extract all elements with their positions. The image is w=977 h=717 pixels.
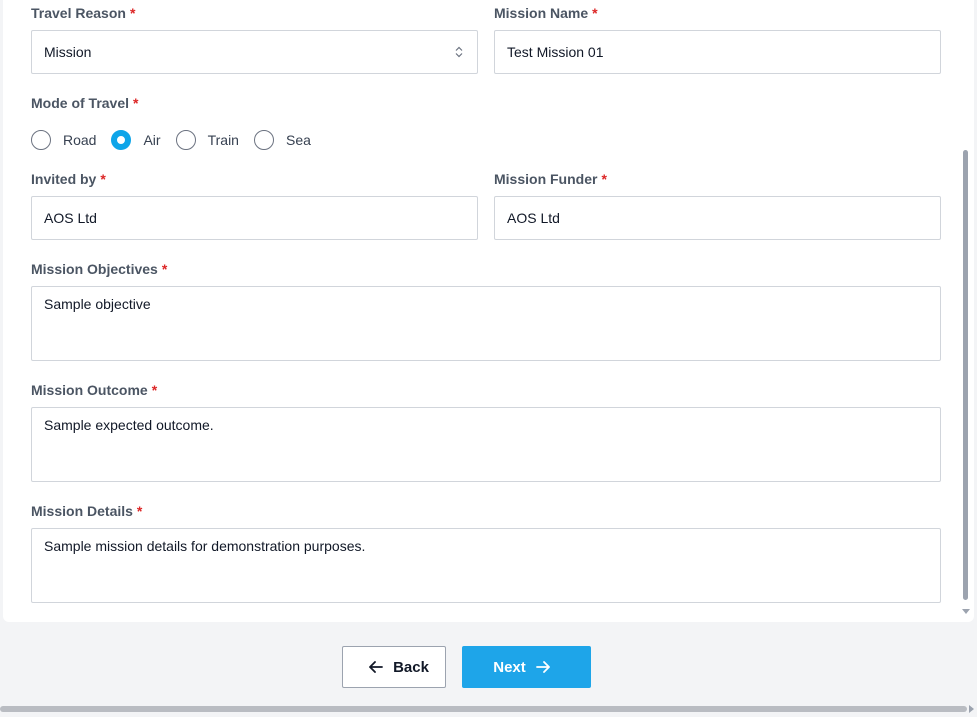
- radio-circle-checked[interactable]: [111, 130, 132, 150]
- required-marker: *: [133, 95, 139, 111]
- horizontal-scrollbar[interactable]: [0, 706, 967, 712]
- back-button[interactable]: Back: [342, 646, 446, 688]
- required-marker: *: [592, 5, 598, 21]
- radio-road[interactable]: Road: [31, 130, 96, 150]
- mission-objectives-textarea[interactable]: Sample objective: [31, 286, 941, 361]
- arrow-right-icon: [535, 661, 550, 673]
- required-marker: *: [161, 261, 168, 277]
- travel-reason-label: Travel Reason *: [31, 5, 136, 21]
- radio-circle[interactable]: [175, 130, 196, 150]
- mission-details-label: Mission Details *: [31, 503, 143, 519]
- required-marker: *: [151, 382, 158, 398]
- vertical-scrollbar[interactable]: [959, 0, 971, 622]
- form-card: Travel Reason * Mission Mission Name * Tes…: [3, 0, 974, 622]
- mission-funder-value: AOS Ltd: [507, 210, 560, 226]
- mission-outcome-textarea[interactable]: Sample expected outcome.: [31, 407, 941, 482]
- mode-of-travel-label: Mode of Travel *: [31, 95, 139, 111]
- travel-reason-select[interactable]: Mission: [31, 30, 478, 74]
- invited-by-value: AOS Ltd: [44, 210, 97, 226]
- mission-outcome-label: Mission Outcome *: [31, 382, 158, 398]
- required-marker: *: [129, 5, 136, 21]
- radio-train[interactable]: Train: [175, 130, 239, 150]
- radio-circle[interactable]: [253, 130, 274, 150]
- mode-of-travel-radio-group: Road Air Train Sea: [31, 128, 326, 152]
- mission-name-input[interactable]: Test Mission 01: [494, 30, 941, 74]
- radio-circle[interactable]: [31, 130, 51, 150]
- invited-by-label: Invited by *: [31, 171, 106, 187]
- mission-funder-label: Mission Funder *: [494, 171, 607, 187]
- scroll-right-arrow-icon[interactable]: [969, 705, 974, 713]
- mission-details-value: Sample mission details for demonstration…: [44, 538, 366, 554]
- arrow-left-icon: [369, 661, 383, 673]
- invited-by-input[interactable]: AOS Ltd: [31, 196, 478, 240]
- required-marker: *: [136, 503, 143, 519]
- radio-air[interactable]: Air: [111, 130, 161, 150]
- required-marker: *: [601, 171, 607, 187]
- required-marker: *: [100, 171, 106, 187]
- mission-name-value: Test Mission 01: [507, 44, 604, 60]
- mission-objectives-label: Mission Objectives *: [31, 261, 168, 277]
- mission-name-label: Mission Name *: [494, 5, 598, 21]
- scrollbar-thumb[interactable]: [963, 150, 968, 600]
- mission-objectives-value: Sample objective: [44, 296, 151, 312]
- mission-funder-input[interactable]: AOS Ltd: [494, 196, 941, 240]
- mission-outcome-value: Sample expected outcome.: [44, 417, 214, 433]
- mission-details-textarea[interactable]: Sample mission details for demonstration…: [31, 528, 941, 603]
- back-button-label: Back: [393, 658, 429, 676]
- next-button[interactable]: Next: [462, 646, 591, 688]
- radio-sea[interactable]: Sea: [253, 130, 311, 150]
- travel-reason-value: Mission: [44, 44, 92, 60]
- scroll-down-arrow-icon[interactable]: [962, 609, 970, 614]
- select-arrows-icon: [455, 46, 463, 58]
- next-button-label: Next: [493, 658, 526, 676]
